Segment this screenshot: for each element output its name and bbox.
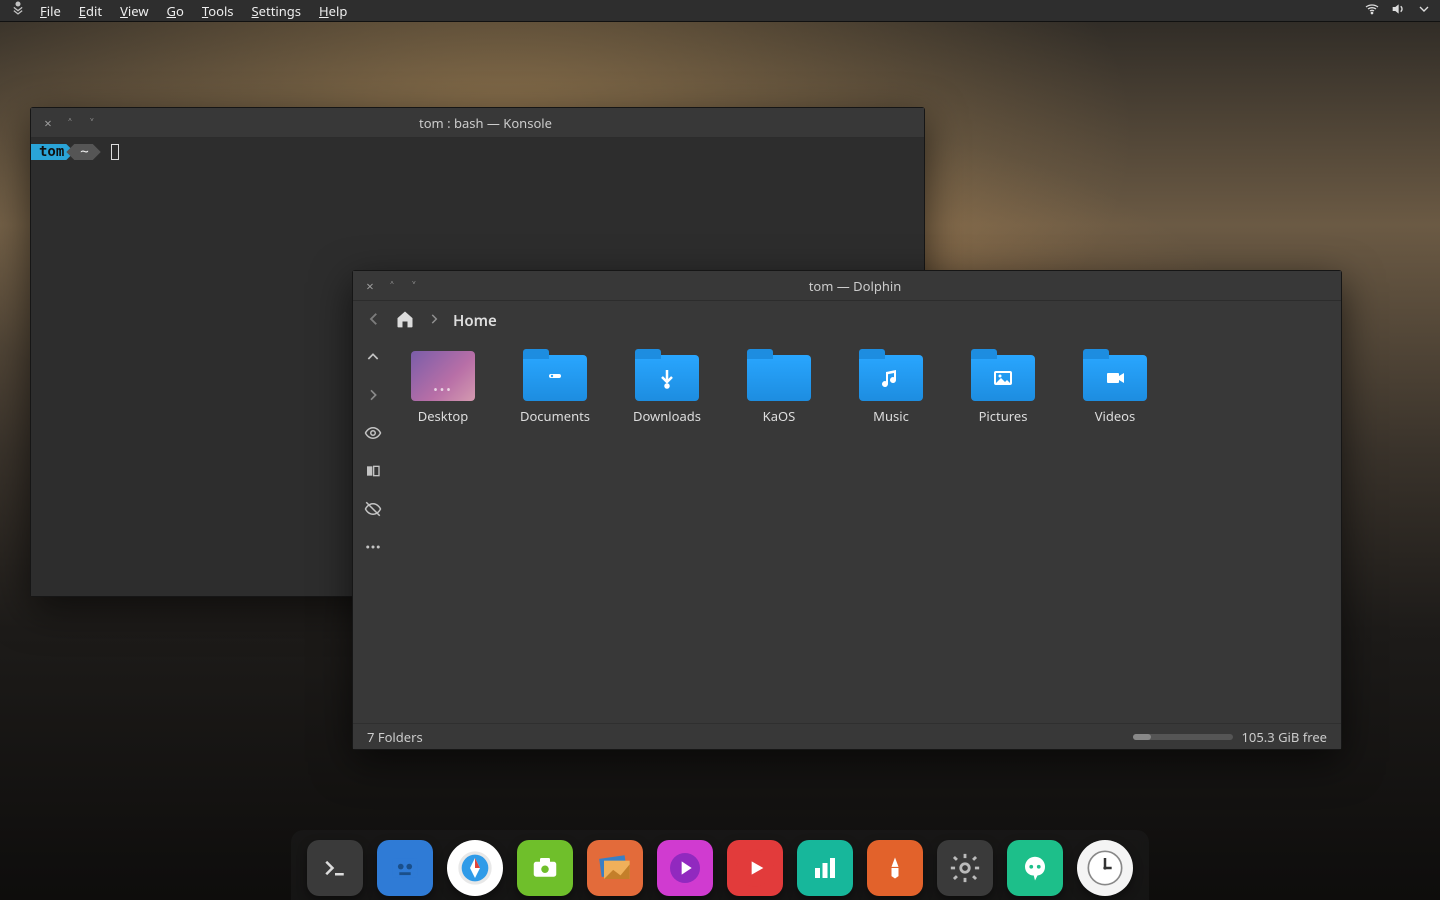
nav-back-icon[interactable] [365,310,383,333]
tray-expand-icon[interactable] [1416,1,1432,21]
konsole-titlebar[interactable]: × ˄ ˅ tom : bash — Konsole [31,108,924,138]
folder-icon [523,355,587,401]
status-folder-count: 7 Folders [367,728,423,746]
dolphin-toolbar: Home [353,301,1341,341]
folder-downloads[interactable]: Downloads [627,349,707,425]
menu-file[interactable]: File [40,2,61,20]
folder-label: Downloads [633,407,701,425]
sidebar-up-icon[interactable] [363,347,383,367]
window-minimize-icon[interactable]: ˅ [407,277,421,295]
sidebar-forward-icon[interactable] [363,385,383,405]
desktop-thumb-icon [411,351,475,401]
folder-kaos[interactable]: KaOS [739,349,819,425]
menu-view[interactable]: View [120,2,148,20]
window-maximize-icon[interactable]: ˄ [63,114,77,132]
sidebar-hidden-icon[interactable] [363,499,383,519]
dolphin-titlebar[interactable]: × ˄ ˅ tom — Dolphin [353,271,1341,301]
menu-settings[interactable]: Settings [252,2,301,20]
window-minimize-icon[interactable]: ˅ [85,114,99,132]
folder-icon [971,355,1035,401]
folder-music[interactable]: Music [851,349,931,425]
dolphin-statusbar: 7 Folders 105.3 GiB free [353,723,1341,749]
global-menubar: File Edit View Go Tools Settings Help [0,0,1440,22]
system-tray [1364,1,1432,21]
menu-help[interactable]: Help [319,2,347,20]
dolphin-file-grid[interactable]: Desktop Documents Downloads KaOS Music Pictur… [393,341,1341,723]
folder-label: Pictures [979,407,1028,425]
dolphin-title: tom — Dolphin [421,277,1289,295]
breadcrumb-home-icon[interactable] [395,309,415,334]
dock-terminal[interactable] [307,840,363,896]
sidebar-split-icon[interactable] [363,461,383,481]
dock-media[interactable] [657,840,713,896]
dock-youtube[interactable] [727,840,783,896]
folder-desktop[interactable]: Desktop [403,349,483,425]
breadcrumb-sep-icon [427,312,441,331]
folder-icon [635,355,699,401]
folder-label: KaOS [763,407,796,425]
dock-writer[interactable] [867,840,923,896]
konsole-title: tom : bash — Konsole [99,114,872,132]
folder-icon [1083,355,1147,401]
disk-usage-bar [1133,734,1233,740]
distro-logo-icon[interactable] [8,0,28,23]
folder-label: Music [873,407,909,425]
menu-edit[interactable]: Edit [79,2,102,20]
sidebar-preview-icon[interactable] [363,423,383,443]
sidebar-more-icon[interactable] [363,537,383,557]
dock-screenshot[interactable] [517,840,573,896]
window-maximize-icon[interactable]: ˄ [385,277,399,295]
dock [291,830,1149,900]
folder-videos[interactable]: Videos [1075,349,1155,425]
menu-tools[interactable]: Tools [202,2,234,20]
dock-settings[interactable] [937,840,993,896]
folder-label: Desktop [418,407,469,425]
window-close-icon[interactable]: × [41,114,55,132]
folder-label: Documents [520,407,590,425]
wifi-icon[interactable] [1364,1,1380,21]
folder-icon [747,355,811,401]
dolphin-window: × ˄ ˅ tom — Dolphin Home Desktop Document… [352,270,1342,750]
folder-documents[interactable]: Documents [515,349,595,425]
folder-icon [859,355,923,401]
terminal-cursor [111,144,119,160]
dock-stats[interactable] [797,840,853,896]
dock-browser[interactable] [447,840,503,896]
volume-icon[interactable] [1390,1,1406,21]
menubar-items: File Edit View Go Tools Settings Help [40,2,347,20]
folder-label: Videos [1095,407,1136,425]
dock-photos[interactable] [587,840,643,896]
window-close-icon[interactable]: × [363,277,377,295]
menu-go[interactable]: Go [167,2,184,20]
dock-clock[interactable] [1077,840,1133,896]
breadcrumb-current[interactable]: Home [453,311,497,331]
dock-files[interactable] [377,840,433,896]
dolphin-sidebar [353,341,393,723]
dock-chat[interactable] [1007,840,1063,896]
prompt-path: ~ [66,144,100,160]
status-disk-free: 105.3 GiB free [1241,728,1327,746]
folder-pictures[interactable]: Pictures [963,349,1043,425]
